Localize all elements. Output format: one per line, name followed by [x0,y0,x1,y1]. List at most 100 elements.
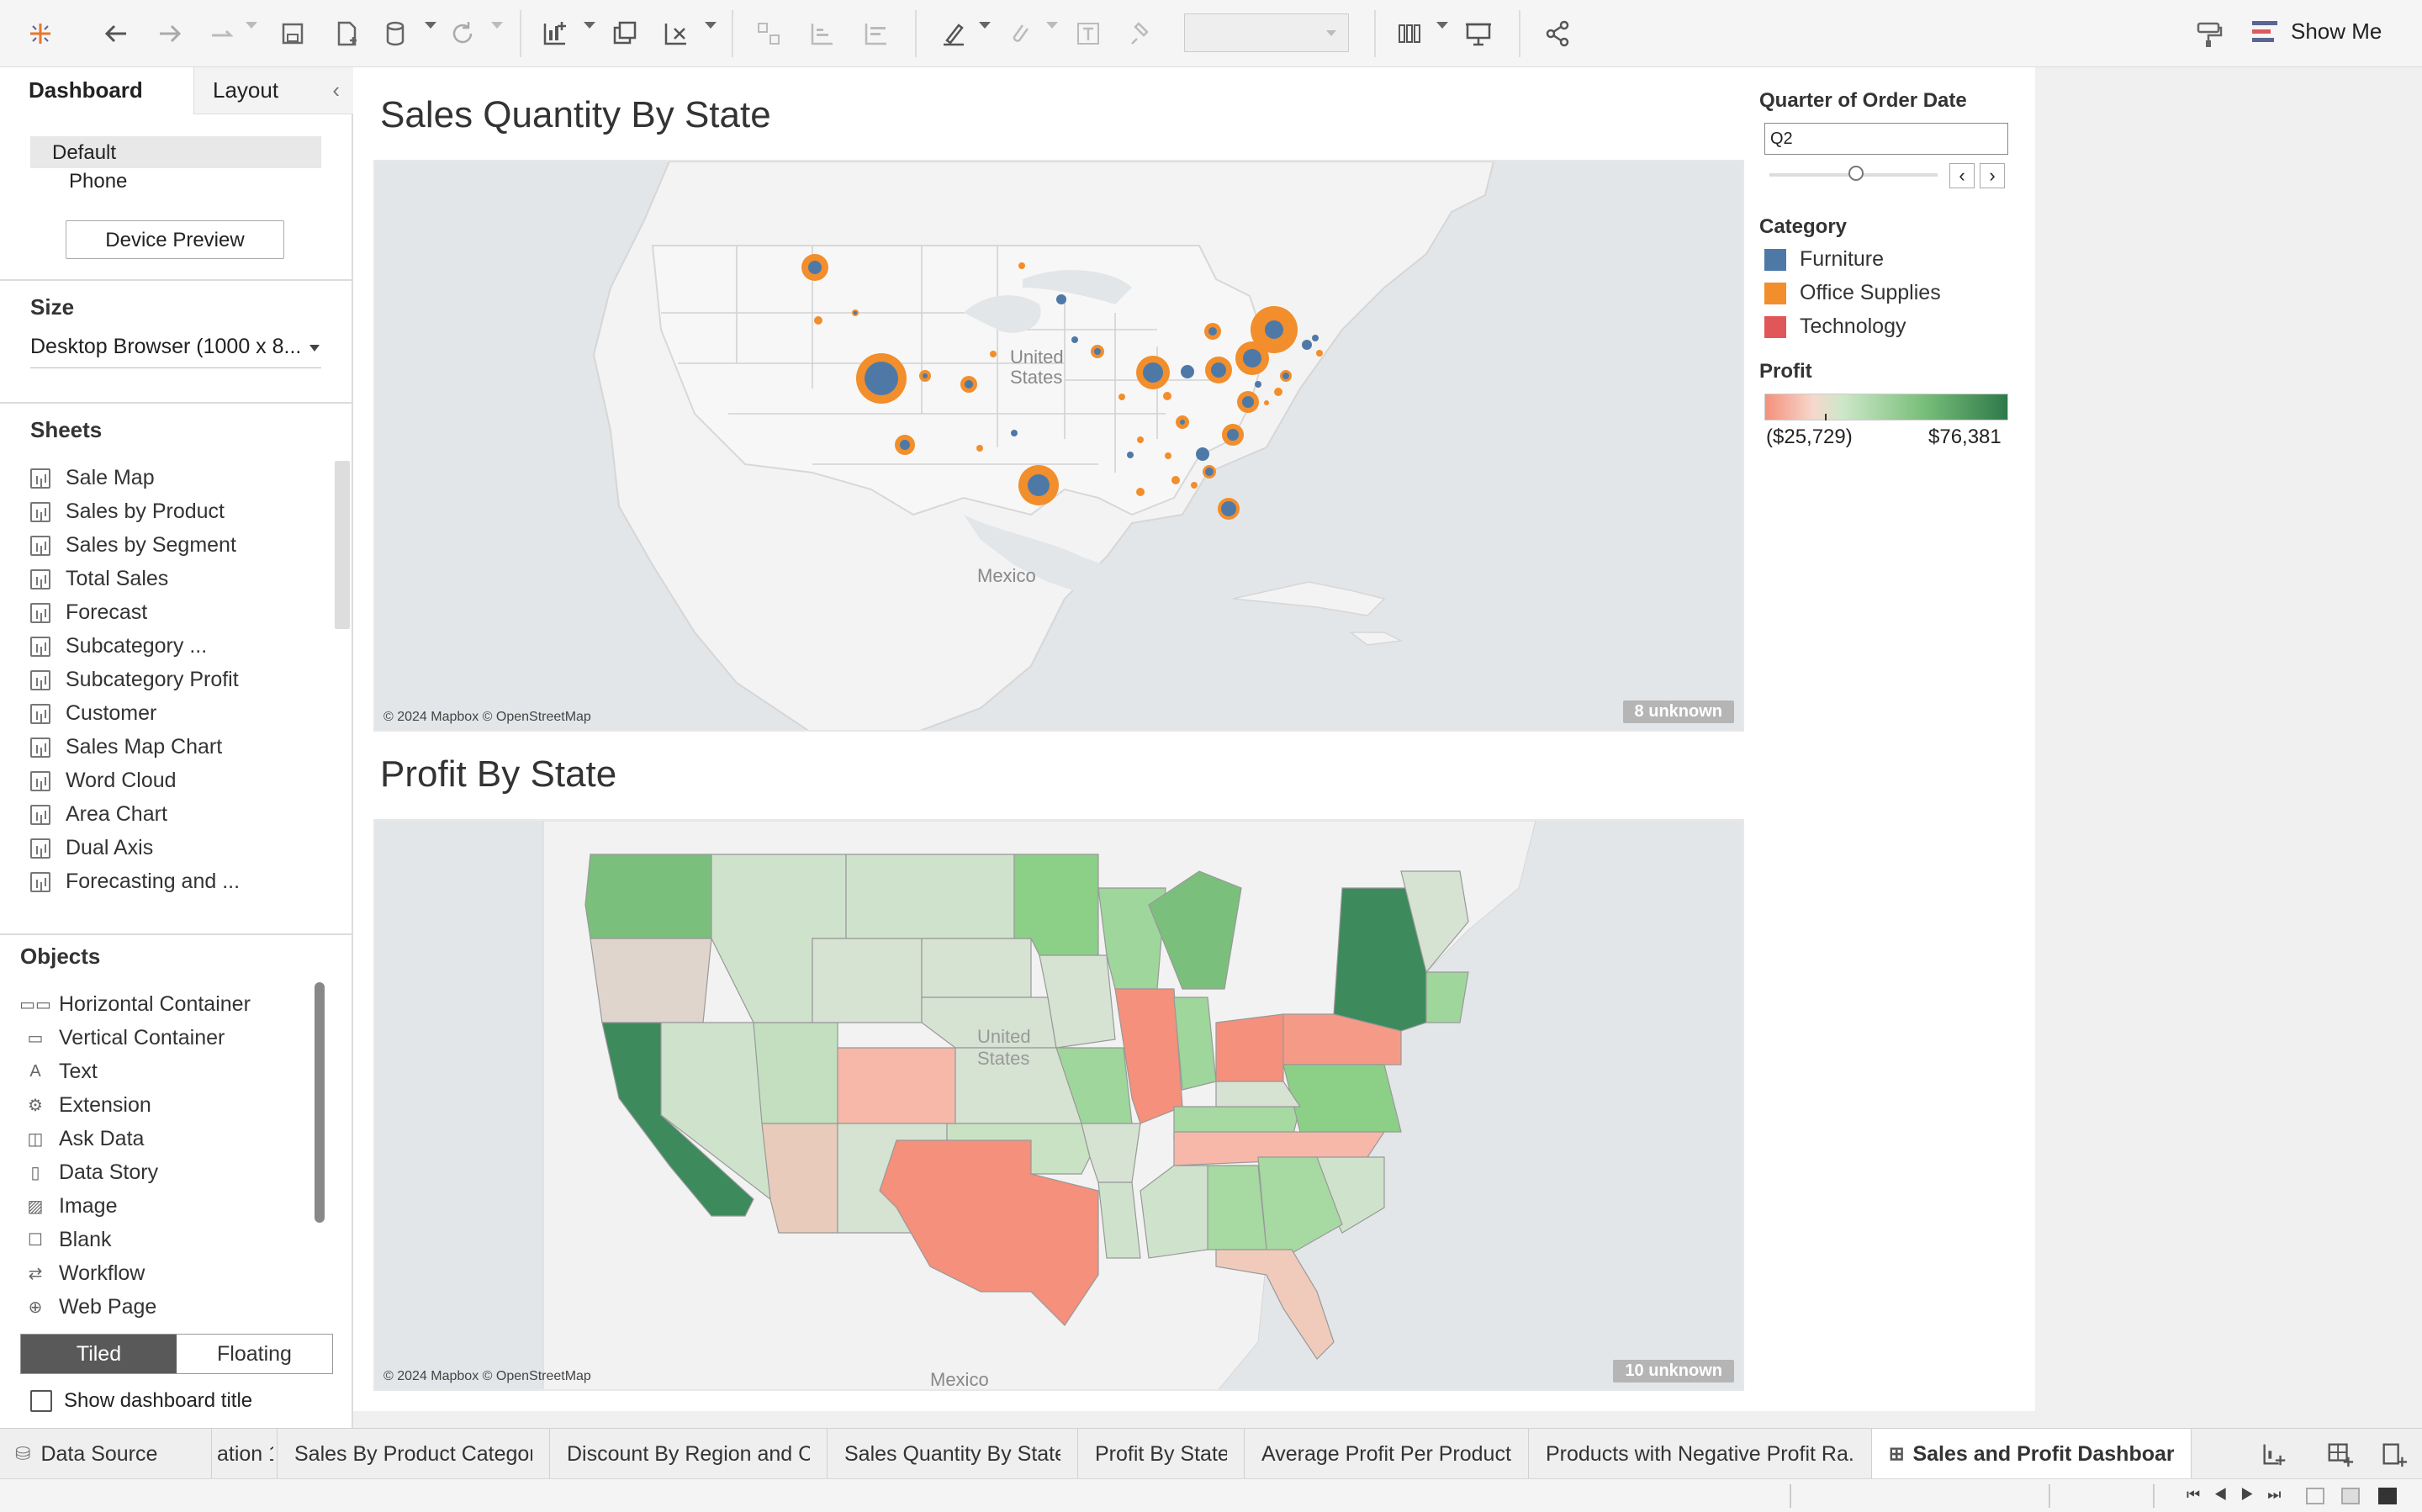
fix-axes-icon[interactable] [1124,15,1161,52]
floating-button[interactable]: Floating [177,1335,332,1373]
chevron-down-icon[interactable] [491,22,503,29]
chevron-down-icon[interactable] [705,22,717,29]
undo-icon[interactable] [98,15,135,52]
sheet-tab[interactable]: Profit By State [1078,1429,1245,1479]
tableau-logo-icon[interactable] [22,15,59,52]
objects-scrollbar[interactable] [315,982,325,1223]
sheet-tab[interactable]: Discount By Region and Category [550,1429,828,1479]
show-me-button[interactable]: Show Me [2252,19,2382,45]
group-members-icon[interactable] [1001,15,1038,52]
clear-sheet-icon[interactable] [658,15,695,52]
show-cards-icon[interactable] [1393,15,1430,52]
collapse-panel-icon[interactable]: ‹ [332,77,340,103]
sheet-item-label: Forecasting and ... [66,870,241,893]
device-preview-button[interactable]: Device Preview [66,220,284,259]
sheet-item[interactable]: Customer [30,701,156,726]
sheets-scrollbar[interactable] [335,461,350,629]
redo-icon[interactable] [151,15,188,52]
share-icon[interactable] [1539,15,1576,52]
sheet-tab[interactable]: Products with Negative Profit Ra... [1529,1429,1872,1479]
sheet-tab[interactable]: Sales Quantity By State [828,1429,1078,1479]
sort-ascending-icon[interactable] [804,15,841,52]
show-tabs-icon[interactable] [2341,1488,2360,1504]
fit-select[interactable] [1184,13,1349,52]
sheet-item[interactable]: Forecasting and ... [30,870,240,894]
sheet-item[interactable]: Area Chart [30,802,167,827]
sheet-item[interactable]: Subcategory ... [30,634,207,658]
category-legend-item[interactable]: Technology [1764,315,1906,339]
show-title-checkbox[interactable] [30,1390,52,1412]
sheet-tab[interactable]: ation 1 [214,1429,278,1479]
new-worksheet-tab-icon[interactable] [2259,1439,2289,1469]
duplicate-sheet-icon[interactable] [607,15,644,52]
sheet-item[interactable]: Subcategory Profit [30,668,239,692]
sheet-item[interactable]: Sales by Segment [30,533,236,558]
sheet-item[interactable]: Forecast [30,600,147,625]
chevron-down-icon[interactable] [1046,22,1058,29]
worksheet-icon [30,468,50,489]
chevron-down-icon[interactable] [979,22,991,29]
previous-quarter-icon[interactable]: ‹ [1949,163,1975,188]
category-legend-item[interactable]: Office Supplies [1764,281,1941,305]
refresh-icon[interactable] [444,15,481,52]
chevron-down-icon[interactable] [1436,22,1448,29]
object-item[interactable]: ⚙ Extension [25,1093,151,1118]
show-filmstrip-icon[interactable] [2306,1488,2324,1504]
object-item[interactable]: ⊕ Web Page [25,1295,157,1319]
sort-descending-icon[interactable] [858,15,895,52]
show-dashboard-title-option[interactable]: Show dashboard title [30,1389,252,1413]
show-sheet-sorter-icon[interactable] [2378,1488,2397,1504]
new-story-tab-icon[interactable] [2378,1439,2409,1469]
object-item[interactable]: ▭▭ Horizontal Container [19,992,251,1017]
device-phone[interactable]: Phone [69,170,127,193]
replay-icon[interactable] [205,15,242,52]
object-item[interactable]: ☐ Blank [25,1228,112,1252]
sheet-item[interactable]: Total Sales [30,567,168,591]
category-legend-item[interactable]: Furniture [1764,247,1884,272]
datasource-icon[interactable] [378,15,415,52]
unknown-locations-badge[interactable]: 10 unknown [1613,1360,1734,1382]
quarter-slider-handle[interactable] [1848,166,1864,181]
chevron-down-icon[interactable] [584,22,595,29]
unknown-locations-badge[interactable]: 8 unknown [1622,700,1734,723]
new-worksheet-icon[interactable] [537,15,574,52]
sheet-tab[interactable]: Average Profit Per Product [1245,1429,1529,1479]
object-item[interactable]: ▨ Image [25,1194,118,1219]
tiled-button[interactable]: Tiled [21,1335,177,1373]
quarter-filter-value[interactable]: Q2 [1764,123,2008,155]
swap-icon[interactable] [750,15,787,52]
sheet-navigation-arrows[interactable]: ⏮◀▶⏭ [2187,1486,2295,1504]
data-source-tab[interactable]: ⛁ Data Source [0,1429,212,1479]
object-item[interactable]: ⇄ Workflow [25,1261,145,1286]
sheet-tab[interactable]: ⊞ Sales and Profit Dashboard [1872,1429,2192,1479]
size-select[interactable]: Desktop Browser (1000 x 8... [30,335,321,368]
show-mark-labels-icon[interactable] [1070,15,1107,52]
chevron-down-icon[interactable] [246,22,257,29]
device-default[interactable]: Default [30,136,321,168]
save-icon[interactable] [274,15,311,52]
sheet-item[interactable]: Word Cloud [30,769,177,793]
worksheet-icon [30,737,50,758]
highlight-icon[interactable] [935,15,972,52]
chevron-down-icon[interactable] [425,22,436,29]
tab-dashboard[interactable]: Dashboard [0,67,193,114]
sheet-tab[interactable]: Sales By Product Category [278,1429,550,1479]
new-dashboard-tab-icon[interactable] [2324,1439,2355,1469]
presentation-mode-icon[interactable] [1460,15,1497,52]
sheet-item[interactable]: Sales Map Chart [30,735,222,759]
object-item[interactable]: ▭ Vertical Container [25,1026,225,1050]
object-item[interactable]: ◫ Ask Data [25,1127,145,1151]
ask-data-icon: ◫ [27,1130,44,1149]
object-item[interactable]: ▯ Data Story [25,1160,158,1185]
format-painter-icon[interactable] [2190,15,2227,52]
sheet-item[interactable]: Dual Axis [30,836,153,860]
new-data-source-icon[interactable] [328,15,365,52]
profit-map[interactable]: United States Mexico © 2024 Mapbox © Ope… [373,819,1744,1391]
object-item[interactable]: A Text [25,1060,98,1084]
sheet-tab-label: Average Profit Per Product [1261,1441,1511,1466]
sheet-item[interactable]: Sale Map [30,466,155,490]
sales-quantity-map[interactable]: United States Mexico © 2024 Mapbox © Ope… [373,160,1744,732]
sheet-item[interactable]: Sales by Product [30,500,225,524]
next-quarter-icon[interactable]: › [1980,163,2005,188]
tab-layout[interactable]: Layout ‹ [193,67,353,114]
